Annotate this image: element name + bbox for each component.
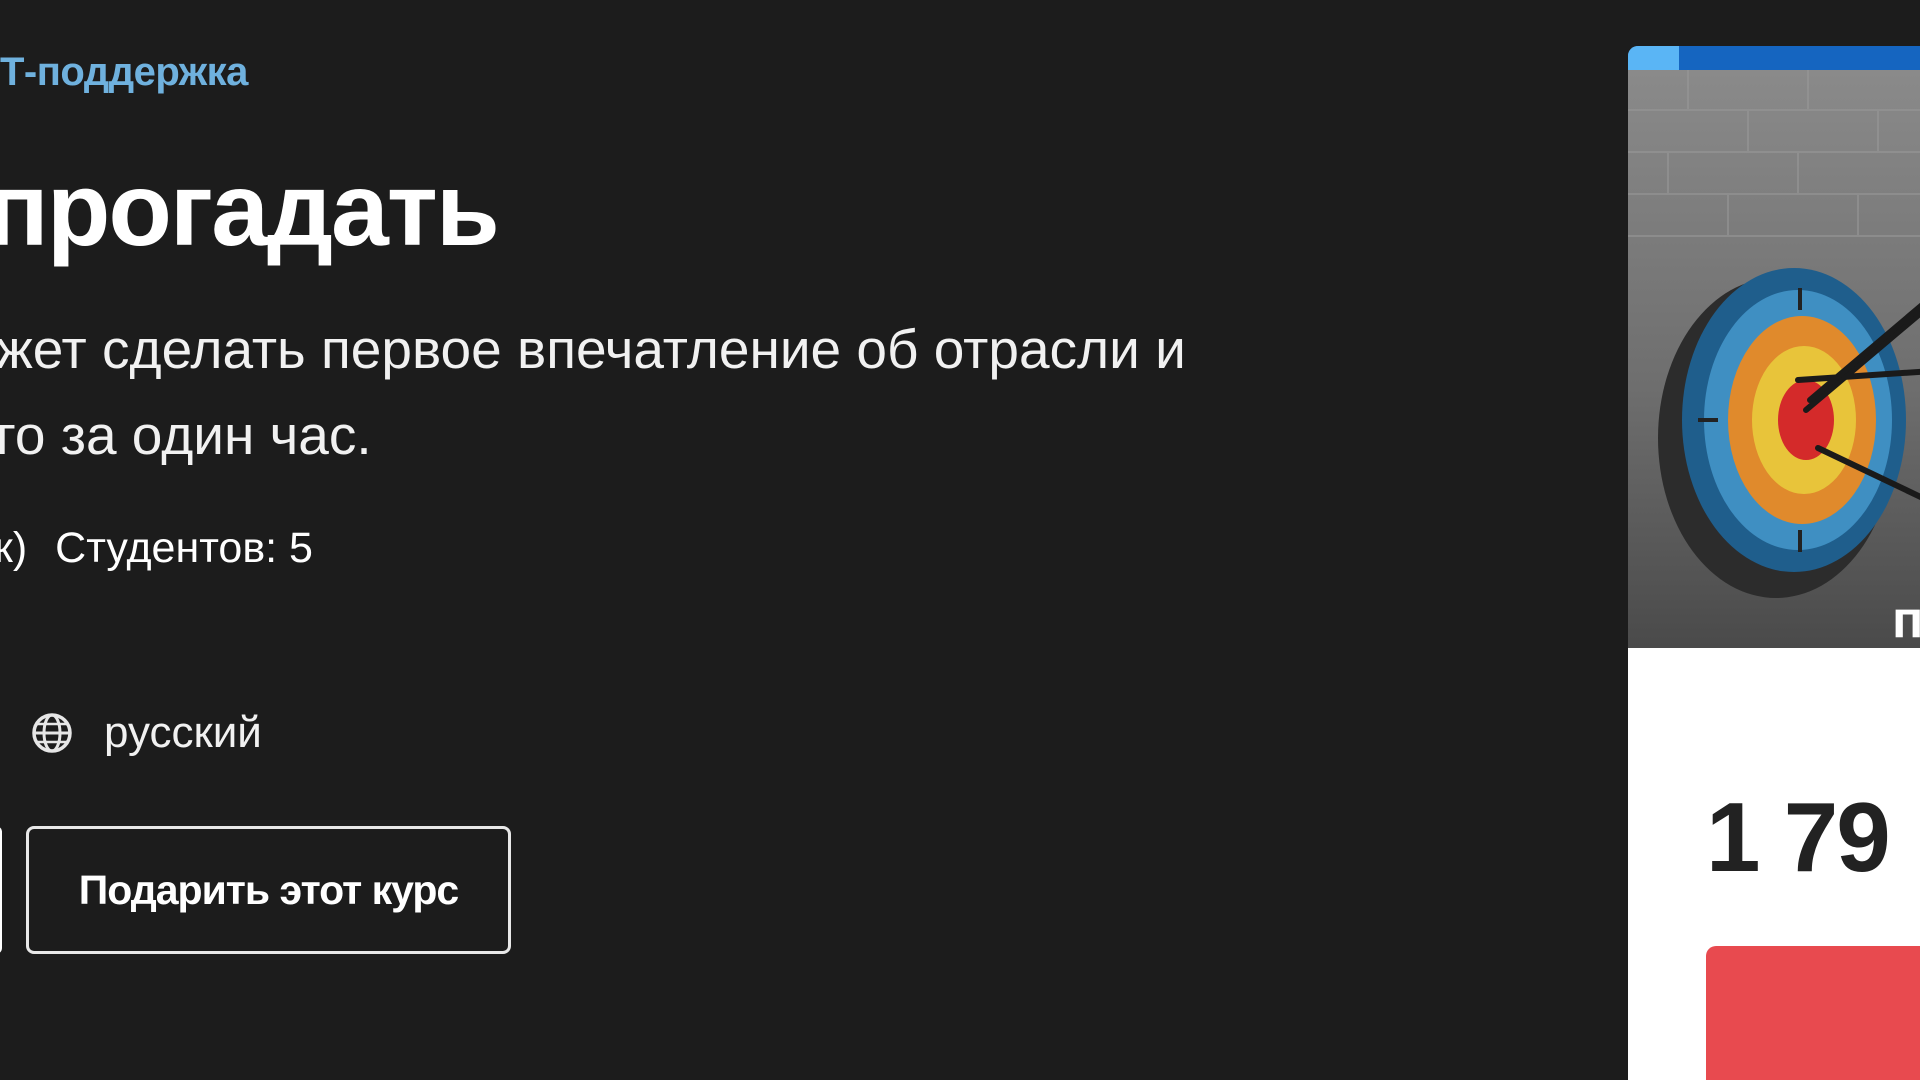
course-subtitle-line: жет сделать первое впечатление об отрасл…: [0, 318, 1186, 380]
archery-target-icon: [1658, 268, 1920, 598]
course-price: 1 79: [1706, 782, 1891, 892]
preview-progress-fill: [1628, 46, 1680, 70]
course-subtitle-line: го за один час.: [0, 404, 372, 466]
preview-label: п: [1892, 591, 1920, 648]
course-landing-page: Т-поддержка прогадать жет сделать первое…: [0, 0, 1920, 1080]
gift-course-button[interactable]: Подарить этот курс: [26, 826, 511, 954]
globe-icon: [32, 713, 72, 753]
preview-progress-bar: [1628, 46, 1920, 70]
course-preview-image[interactable]: п: [1628, 70, 1920, 648]
language-row: русский: [30, 708, 262, 758]
buy-now-button[interactable]: [1706, 946, 1920, 1080]
rating-count[interactable]: к): [0, 524, 27, 573]
add-to-wishlist-button[interactable]: [0, 826, 2, 954]
page-title: прогадать: [0, 152, 500, 268]
course-subtitle: жет сделать первое впечатление об отрасл…: [0, 306, 1336, 478]
language-label: русский: [104, 708, 262, 757]
students-count: Студентов: 5: [55, 524, 313, 572]
course-meta-row: к) Студентов: 5: [0, 524, 313, 573]
breadcrumb-category-link[interactable]: Т-поддержка: [0, 50, 248, 95]
course-purchase-card: п 1 79: [1628, 46, 1920, 1080]
